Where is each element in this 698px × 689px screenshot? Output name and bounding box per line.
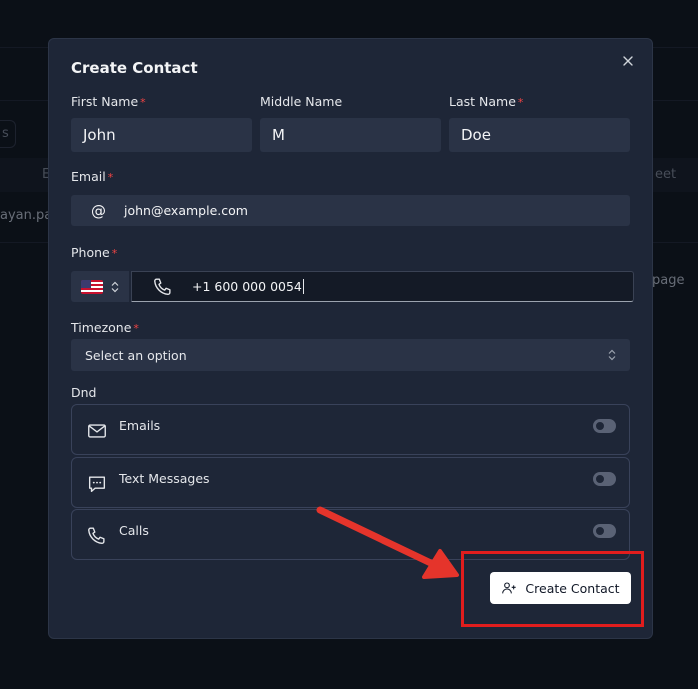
message-icon [88,476,106,493]
phone-label: Phone * [71,245,118,260]
middle-name-label: Middle Name [260,94,343,109]
mail-icon [88,424,106,438]
timezone-select[interactable]: Select an option [71,339,630,371]
dnd-calls-label: Calls [119,523,149,538]
last-name-input[interactable]: Doe [449,118,630,152]
at-icon: @ [91,201,106,220]
dnd-emails-label: Emails [119,418,161,433]
phone-input[interactable]: +1 600 000 0054 [131,271,634,302]
us-flag-icon [81,279,103,294]
first-name-label: First Name * [71,94,146,109]
middle-name-input[interactable]: M [260,118,441,152]
last-name-label: Last Name * [449,94,524,109]
dnd-text-messages-toggle[interactable] [593,472,616,486]
close-button[interactable] [618,51,638,71]
first-name-input[interactable]: John [71,118,252,152]
email-label: Email * [71,169,114,184]
modal-title: Create Contact [71,59,198,77]
dnd-text-messages-card: Text Messages [71,457,630,508]
highlight-box [461,551,644,627]
close-icon [623,56,633,66]
chevron-updown-icon [608,349,616,361]
dnd-emails-card: Emails [71,404,630,455]
phone-icon [88,527,105,545]
dnd-label: Dnd [71,385,97,400]
dnd-text-messages-label: Text Messages [119,471,210,486]
chevron-updown-icon [111,281,119,292]
email-input[interactable]: @ john@example.com [71,195,630,226]
dnd-calls-toggle[interactable] [593,524,616,538]
phone-icon [154,278,171,295]
country-code-select[interactable] [71,271,129,302]
dnd-emails-toggle[interactable] [593,419,616,433]
phone-field-group: +1 600 000 0054 [71,271,634,302]
timezone-label: Timezone * [71,320,139,335]
create-contact-modal: Create Contact First Name * John Middle N… [48,38,653,639]
